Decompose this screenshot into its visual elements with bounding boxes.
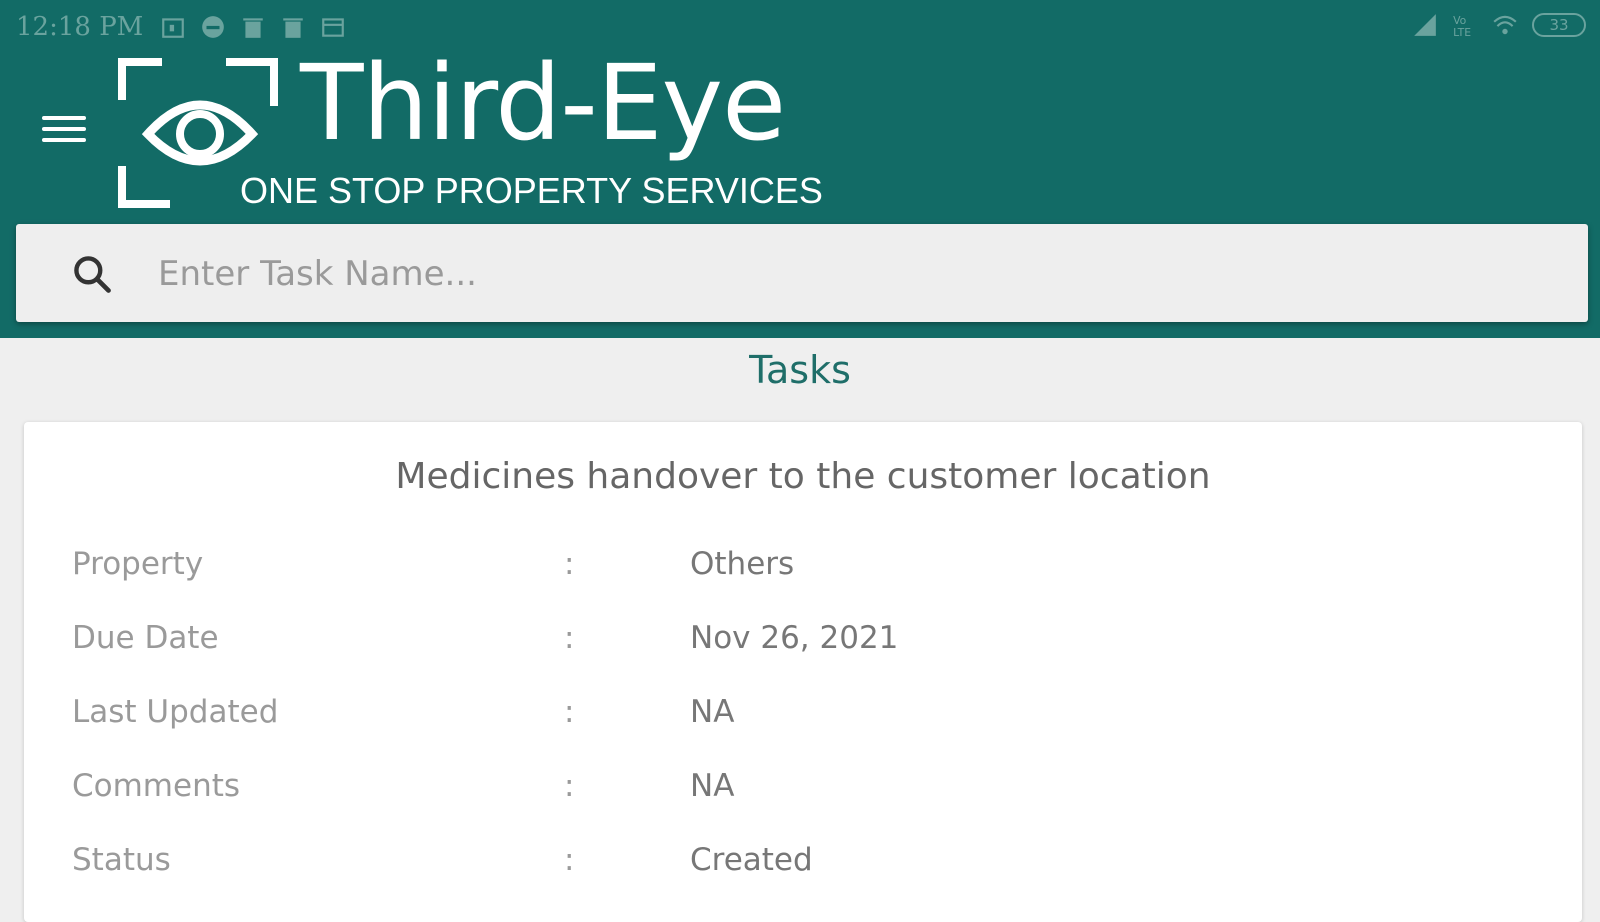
status-bar: 12:18 PM Vo LTE 33 <box>0 0 1600 52</box>
page-title: Tasks <box>749 348 851 392</box>
search-input[interactable] <box>156 242 1560 306</box>
task-field-last-updated: Last Updated : NA <box>24 694 1582 754</box>
calendar-icon <box>162 18 184 38</box>
field-separator: : <box>564 694 575 730</box>
task-field-comments: Comments : NA <box>24 768 1582 828</box>
field-value: NA <box>690 768 735 804</box>
hamburger-menu-icon[interactable] <box>42 116 86 150</box>
status-time: 12:18 PM <box>16 12 144 42</box>
task-card[interactable]: Medicines handover to the customer locat… <box>24 422 1582 922</box>
field-label: Property <box>72 546 204 582</box>
field-separator: : <box>564 546 575 582</box>
task-field-property: Property : Others <box>24 546 1582 606</box>
task-field-due-date: Due Date : Nov 26, 2021 <box>24 620 1582 680</box>
wifi-icon <box>1493 15 1517 35</box>
trash-icon <box>243 18 263 38</box>
signal-icon <box>1414 14 1436 36</box>
task-field-status: Status : Created <box>24 842 1582 902</box>
status-icons-right: Vo LTE 33 <box>1412 12 1586 38</box>
field-value: Nov 26, 2021 <box>690 620 899 656</box>
field-label: Status <box>72 842 171 878</box>
volte-icon: VoLTE <box>1453 14 1471 38</box>
status-icons-left <box>160 14 346 40</box>
field-label: Due Date <box>72 620 219 656</box>
task-title: Medicines handover to the customer locat… <box>395 456 1211 497</box>
svg-text:LTE: LTE <box>1453 26 1471 38</box>
brand-subtitle: ONE STOP PROPERTY SERVICES <box>240 170 823 211</box>
search-icon[interactable] <box>70 252 114 296</box>
field-separator: : <box>564 842 575 878</box>
brand-title: Third-Eye <box>300 42 786 164</box>
card-icon <box>322 18 344 37</box>
field-value: NA <box>690 694 735 730</box>
field-separator: : <box>564 768 575 804</box>
trash-icon <box>283 18 303 38</box>
message-icon <box>202 16 224 38</box>
field-label: Comments <box>72 768 241 804</box>
field-separator: : <box>564 620 575 656</box>
field-value: Others <box>690 546 795 582</box>
battery-indicator: 33 <box>1532 13 1586 37</box>
field-value: Created <box>690 842 813 878</box>
search-bar <box>16 224 1588 322</box>
field-label: Last Updated <box>72 694 279 730</box>
